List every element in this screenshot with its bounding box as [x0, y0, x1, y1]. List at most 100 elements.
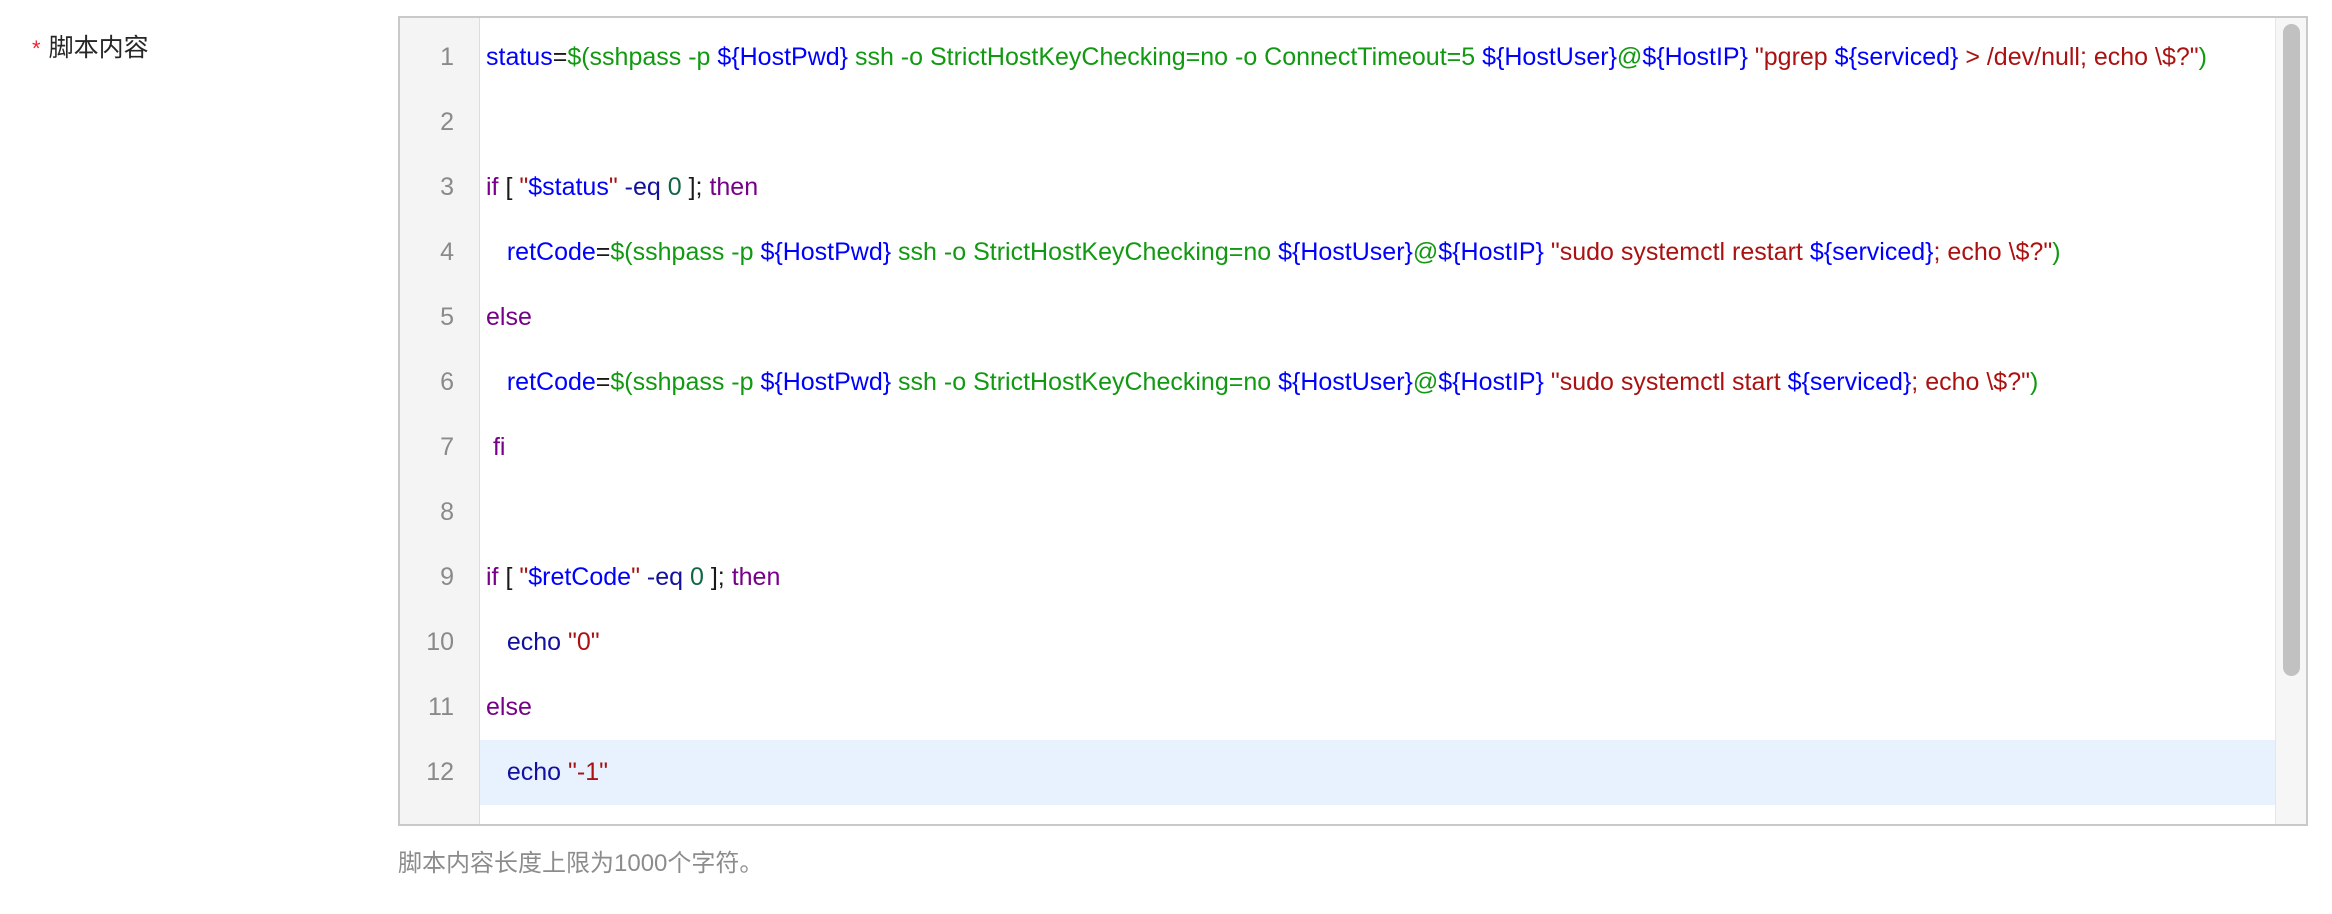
code-token: retCode	[506, 368, 596, 396]
code-token: ${serviced}	[1809, 238, 1934, 266]
code-line-text[interactable]: status=$(sshpass -p ${HostPwd} ssh -o St…	[480, 25, 2276, 90]
code-token: =	[552, 43, 568, 71]
code-token: =	[595, 368, 611, 396]
line-number: 4	[440, 238, 454, 266]
editor-scrollbar-thumb[interactable]	[2283, 24, 2300, 676]
code-line[interactable]: 3 if [ "$status" -eq 0 ]; then	[400, 155, 2276, 220]
code-line[interactable]: 6 retCode=$(sshpass -p ${HostPwd} ssh -o…	[400, 350, 2276, 415]
code-token: "sudo systemctl start	[1543, 368, 1788, 396]
code-token: then	[709, 173, 759, 201]
code-line[interactable]: 8	[400, 480, 2276, 545]
code-token: if	[486, 563, 499, 591]
script-code-editor[interactable]: 1 status=$(sshpass -p ${HostPwd} ssh -o S…	[398, 16, 2308, 826]
code-token: ${HostIP}	[1438, 238, 1544, 266]
code-token: else	[486, 693, 532, 721]
code-token: $status	[528, 173, 609, 201]
code-token: if	[486, 173, 499, 201]
code-token: > /dev/null; echo \$?"	[1958, 43, 2199, 71]
code-token: ${serviced}	[1787, 368, 1912, 396]
code-line[interactable]: 13	[400, 805, 2276, 824]
code-token: else	[486, 303, 532, 331]
code-token: ${HostIP}	[1642, 43, 1748, 71]
code-line-text[interactable]: if [ "$retCode" -eq 0 ]; then	[480, 545, 2276, 610]
code-token: $(sshpass -p	[567, 43, 718, 71]
code-token: ssh -o StrictHostKeyChecking=no -o Conne…	[848, 43, 1483, 71]
line-number: 13	[400, 805, 454, 824]
code-line-text[interactable]: retCode=$(sshpass -p ${HostPwd} ssh -o S…	[480, 350, 2276, 415]
line-number: 9	[440, 563, 454, 591]
code-lines[interactable]: 1 status=$(sshpass -p ${HostPwd} ssh -o S…	[400, 18, 2276, 824]
code-token: )	[2198, 43, 2207, 71]
code-line-text[interactable]	[480, 90, 2276, 155]
code-token: echo	[506, 628, 562, 656]
code-line[interactable]: 7 fi	[400, 415, 2276, 480]
code-token: ; echo \$?"	[1911, 368, 2030, 396]
line-number: 8	[440, 498, 454, 526]
code-token: $retCode	[528, 563, 632, 591]
code-token: 0	[667, 173, 682, 201]
code-line-text[interactable]	[480, 805, 2276, 824]
code-line-text[interactable]: fi	[480, 415, 2276, 480]
code-line[interactable]: 10 echo "0"	[400, 610, 2276, 675]
code-token: ];	[681, 173, 710, 201]
code-line-text[interactable]	[480, 480, 2276, 545]
code-token: "sudo systemctl restart	[1543, 238, 1810, 266]
code-line-text[interactable]: else	[480, 285, 2276, 350]
line-number: 7	[440, 433, 454, 461]
line-number: 10	[426, 628, 454, 656]
code-token: $(sshpass -p	[610, 238, 761, 266]
code-token: fi	[486, 433, 506, 461]
code-token: ssh -o StrictHostKeyChecking=no	[891, 368, 1279, 396]
code-token: ${HostIP}	[1438, 368, 1544, 396]
code-line-text[interactable]: echo "-1"	[480, 740, 2276, 805]
code-line-text[interactable]: if [ "$status" -eq 0 ]; then	[480, 155, 2276, 220]
code-token: ; echo \$?"	[1933, 238, 2053, 266]
code-line-text[interactable]: echo "0"	[480, 610, 2276, 675]
code-token: ${HostUser}	[1278, 368, 1413, 396]
code-token: @	[1412, 368, 1439, 396]
code-token: ${HostUser}	[1278, 238, 1413, 266]
code-token: =	[595, 238, 611, 266]
code-token: "	[519, 173, 529, 201]
code-token: "	[608, 173, 618, 201]
code-token: ${HostPwd}	[760, 238, 892, 266]
code-token: ];	[703, 563, 732, 591]
code-token: )	[2029, 368, 2039, 396]
code-token: [	[498, 563, 520, 591]
code-line[interactable]: 9 if [ "$retCode" -eq 0 ]; then	[400, 545, 2276, 610]
code-token: 0	[689, 563, 704, 591]
code-token: "	[519, 563, 529, 591]
line-number: 5	[440, 303, 454, 331]
code-token: $(sshpass -p	[610, 368, 761, 396]
editor-scrollbar[interactable]	[2275, 18, 2306, 824]
code-token: ${HostPwd}	[760, 368, 892, 396]
code-token: then	[731, 563, 781, 591]
field-label-text: 脚本内容	[48, 34, 149, 62]
line-number: 11	[428, 693, 454, 721]
code-token: echo	[506, 758, 562, 786]
code-token: )	[2052, 238, 2061, 266]
code-token: "0"	[568, 628, 600, 656]
code-line[interactable]: 11 else	[400, 675, 2276, 740]
code-token: "pgrep	[1747, 43, 1835, 71]
field-label: * 脚本内容	[32, 30, 149, 67]
code-line-text[interactable]: retCode=$(sshpass -p ${HostPwd} ssh -o S…	[480, 220, 2276, 285]
code-line[interactable]: 1 status=$(sshpass -p ${HostPwd} ssh -o S…	[400, 25, 2276, 90]
code-line-text[interactable]: else	[480, 675, 2276, 740]
code-token: retCode	[506, 238, 596, 266]
line-number: 3	[440, 173, 454, 201]
code-line[interactable]: 12 echo "-1"	[400, 740, 2276, 805]
code-token: "	[631, 563, 640, 591]
code-line[interactable]: 2	[400, 90, 2276, 155]
code-line[interactable]: 4 retCode=$(sshpass -p ${HostPwd} ssh -o…	[400, 220, 2276, 285]
line-number: 6	[440, 368, 454, 396]
script-content-form-row: * 脚本内容 1 status=$(sshpass -p ${HostPwd} ss…	[0, 0, 2332, 914]
required-mark: *	[32, 36, 41, 61]
code-line[interactable]: 5 else	[400, 285, 2276, 350]
